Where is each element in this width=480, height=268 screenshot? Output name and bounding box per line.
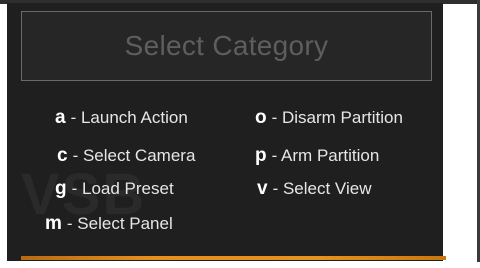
shortcut-select-view[interactable]: v - Select View xyxy=(257,178,371,200)
accent-bar xyxy=(21,256,446,260)
shortcut-label: - Load Preset xyxy=(71,179,174,198)
shortcut-label: - Arm Partition xyxy=(271,146,380,165)
shortcut-load-preset[interactable]: g - Load Preset xyxy=(55,178,174,200)
shortcut-label: - Select Panel xyxy=(66,214,173,233)
shortcut-disarm-partition[interactable]: o - Disarm Partition xyxy=(255,107,403,129)
shortcut-key: p xyxy=(255,145,267,166)
shortcut-key: o xyxy=(255,107,267,128)
shortcut-key: m xyxy=(45,213,62,234)
shortcut-label: - Disarm Partition xyxy=(271,108,403,127)
shortcut-label: - Select View xyxy=(272,179,372,198)
shortcut-list: a - Launch Action c - Select Camera g - … xyxy=(7,3,443,261)
shortcut-launch-action[interactable]: a - Launch Action xyxy=(55,107,188,129)
shortcut-key: g xyxy=(55,178,67,199)
shortcut-label: - Launch Action xyxy=(70,108,188,127)
shortcut-label: - Select Camera xyxy=(72,146,196,165)
shortcut-select-panel[interactable]: m - Select Panel xyxy=(45,213,173,235)
shortcut-key: c xyxy=(57,145,68,166)
shortcut-select-camera[interactable]: c - Select Camera xyxy=(57,145,195,167)
shortcut-arm-partition[interactable]: p - Arm Partition xyxy=(255,145,379,167)
shortcut-key: a xyxy=(55,107,66,128)
category-selector-panel: VSB Select Category a - Launch Action c … xyxy=(7,3,446,261)
shortcut-key: v xyxy=(257,178,268,199)
